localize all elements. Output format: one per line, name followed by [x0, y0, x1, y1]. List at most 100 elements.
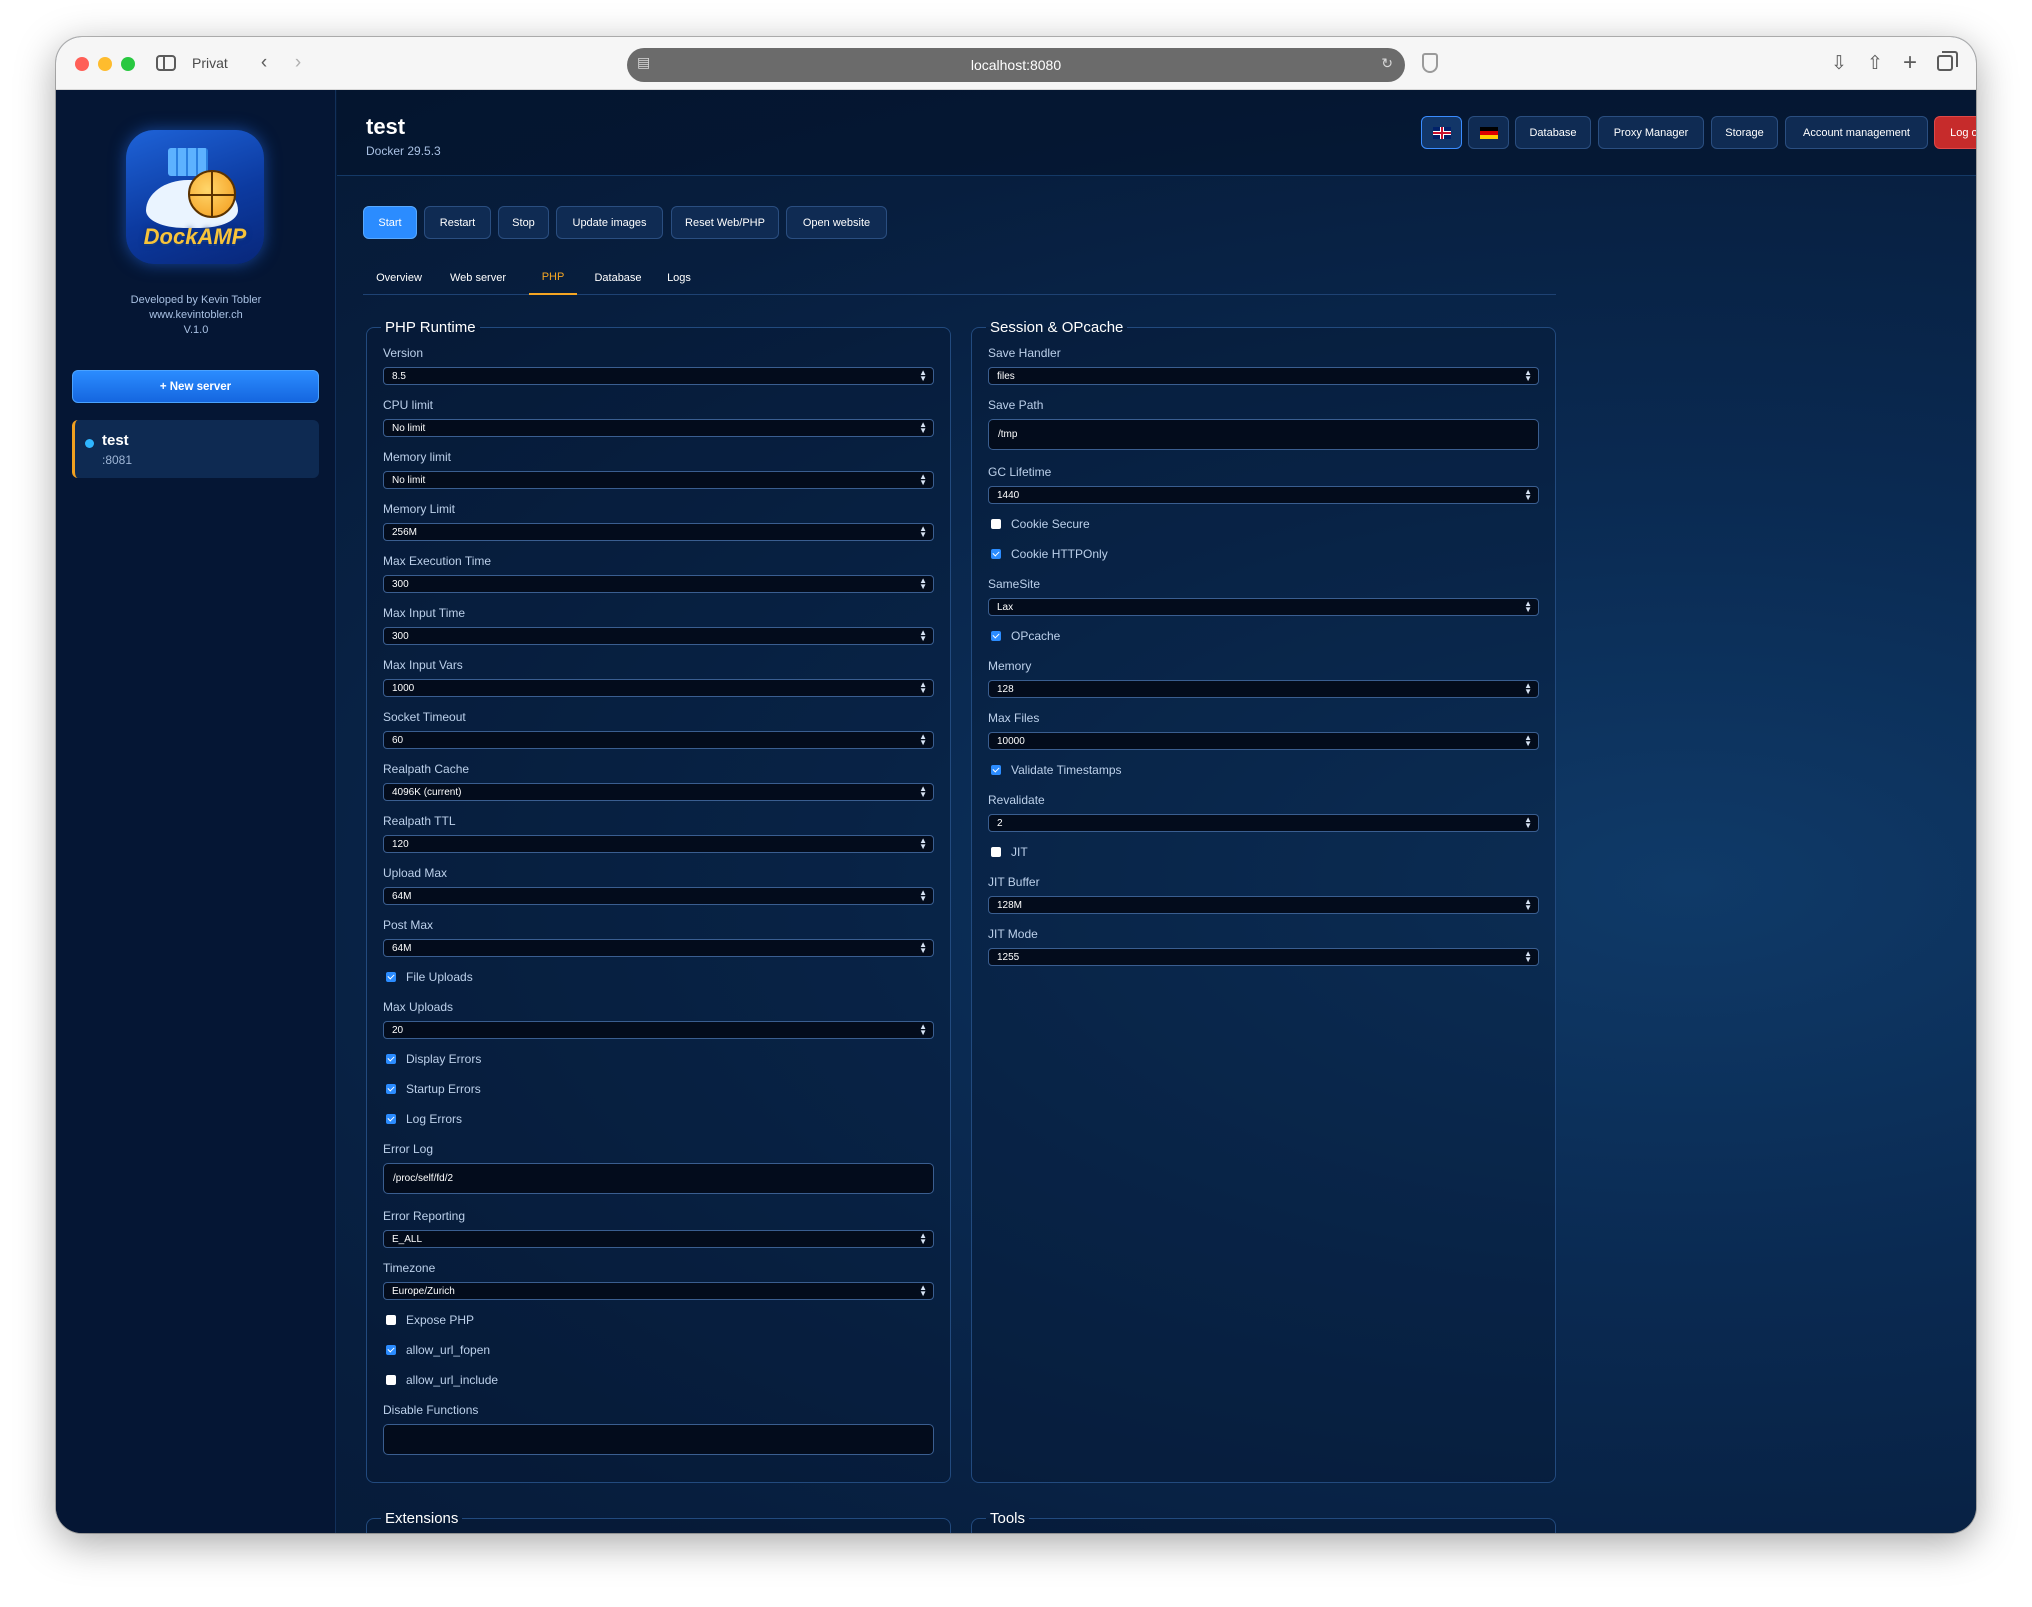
- error-log-label: Error Log: [383, 1142, 434, 1156]
- memory-limit-value: 256M: [392, 526, 418, 538]
- tab-web-server[interactable]: Web server: [441, 260, 515, 295]
- cookie-httponly-checkbox[interactable]: Cookie HTTPOnly: [991, 547, 1108, 561]
- minimize-window-button[interactable]: [98, 57, 112, 71]
- forward-icon[interactable]: ›: [288, 50, 308, 76]
- realpath-ttl-select[interactable]: 120 ▲ ▼: [383, 835, 934, 853]
- select-arrows-icon: ▲ ▼: [1524, 815, 1532, 830]
- language-german-button[interactable]: [1468, 116, 1509, 149]
- start-button[interactable]: Start: [363, 206, 417, 239]
- allow-url-include-checkbox[interactable]: allow_url_include: [386, 1373, 498, 1387]
- developer-credit: Developed by Kevin Tobler: [130, 294, 262, 306]
- jit-checkbox[interactable]: JIT: [991, 845, 1028, 859]
- max-files-select[interactable]: 10000 ▲ ▼: [988, 732, 1539, 750]
- tab-php[interactable]: PHP: [529, 260, 577, 295]
- memory-limit-select[interactable]: 256M ▲ ▼: [383, 523, 934, 541]
- database-button[interactable]: Database: [1515, 116, 1591, 149]
- extensions-panel: Extensions: [366, 1510, 951, 1533]
- download-icon[interactable]: ⇩: [1828, 50, 1850, 76]
- stop-button[interactable]: Stop: [498, 206, 549, 239]
- uk-flag-icon: [1432, 126, 1451, 139]
- save-path-input[interactable]: /tmp: [988, 419, 1539, 450]
- memory-limit-container-select[interactable]: No limit ▲ ▼: [383, 471, 934, 489]
- select-arrows-icon: ▲ ▼: [919, 836, 927, 851]
- max-uploads-select[interactable]: 20 ▲ ▼: [383, 1021, 934, 1039]
- startup-errors-checkbox[interactable]: Startup Errors: [386, 1082, 481, 1096]
- new-server-button[interactable]: + New server: [72, 370, 319, 403]
- language-english-button[interactable]: [1421, 116, 1462, 149]
- disable-functions-label: Disable Functions: [383, 1403, 479, 1417]
- storage-button[interactable]: Storage: [1711, 116, 1778, 149]
- post-max-select[interactable]: 64M ▲ ▼: [383, 939, 934, 957]
- max-execution-time-select[interactable]: 300 ▲ ▼: [383, 575, 934, 593]
- timezone-value: Europe/Zurich: [392, 1285, 455, 1297]
- select-arrows-icon: ▲ ▼: [919, 1231, 927, 1246]
- server-item-test[interactable]: test :8081: [72, 420, 319, 478]
- tab-overview[interactable]: Overview: [371, 260, 427, 295]
- cookie-secure-checkbox[interactable]: Cookie Secure: [991, 517, 1090, 531]
- proxy-manager-button[interactable]: Proxy Manager: [1598, 116, 1704, 149]
- open-website-button[interactable]: Open website: [786, 206, 887, 239]
- update-images-button[interactable]: Update images: [556, 206, 663, 239]
- sidebar-toggle-icon[interactable]: [156, 50, 182, 76]
- app-root: DockAMP Developed by Kevin Tobler www.ke…: [56, 90, 1976, 1533]
- display-errors-checkbox[interactable]: Display Errors: [386, 1052, 481, 1066]
- gc-lifetime-select[interactable]: 1440 ▲ ▼: [988, 486, 1539, 504]
- close-window-button[interactable]: [75, 57, 89, 71]
- cookie-httponly-label: Cookie HTTPOnly: [1011, 547, 1108, 561]
- server-port: :8081: [102, 453, 133, 467]
- share-icon[interactable]: ⇧: [1864, 50, 1886, 76]
- realpath-ttl-value: 120: [392, 838, 409, 850]
- select-arrows-icon: ▲ ▼: [1524, 681, 1532, 696]
- log-errors-checkbox[interactable]: Log Errors: [386, 1112, 462, 1126]
- zoom-window-button[interactable]: [121, 57, 135, 71]
- memory-select[interactable]: 128 ▲ ▼: [988, 680, 1539, 698]
- validate-timestamps-checkbox[interactable]: Validate Timestamps: [991, 763, 1122, 777]
- jit-mode-select[interactable]: 1255 ▲ ▼: [988, 948, 1539, 966]
- checkbox-checked-icon: [386, 972, 396, 982]
- tools-title: Tools: [990, 1510, 1026, 1527]
- select-arrows-icon: ▲ ▼: [919, 888, 927, 903]
- opcache-checkbox[interactable]: OPcache: [991, 629, 1060, 643]
- samesite-select[interactable]: Lax ▲ ▼: [988, 598, 1539, 616]
- developer-website[interactable]: www.kevintobler.ch: [56, 308, 336, 323]
- file-uploads-checkbox[interactable]: File Uploads: [386, 970, 473, 984]
- version-select[interactable]: 8.5 ▲ ▼: [383, 367, 934, 385]
- account-management-button[interactable]: Account management: [1785, 116, 1928, 149]
- error-reporting-label: Error Reporting: [383, 1209, 466, 1223]
- reload-icon[interactable]: ↻: [1381, 55, 1393, 72]
- save-handler-select[interactable]: files ▲ ▼: [988, 367, 1539, 385]
- php-runtime-title: PHP Runtime: [385, 319, 476, 336]
- max-input-vars-label: Max Input Vars: [383, 658, 463, 672]
- socket-timeout-label: Socket Timeout: [383, 710, 466, 724]
- tab-overview-icon[interactable]: [1934, 50, 1958, 76]
- realpath-cache-select[interactable]: 4096K (current) ▲ ▼: [383, 783, 934, 801]
- cpu-limit-select[interactable]: No limit ▲ ▼: [383, 419, 934, 437]
- max-input-vars-value: 1000: [392, 682, 415, 694]
- max-input-time-select[interactable]: 300 ▲ ▼: [383, 627, 934, 645]
- tab-logs[interactable]: Logs: [659, 260, 699, 295]
- reset-web-php-button[interactable]: Reset Web/PHP: [671, 206, 779, 239]
- privacy-shield-icon[interactable]: [1422, 53, 1438, 73]
- allow-url-include-label: allow_url_include: [406, 1373, 499, 1387]
- tab-database[interactable]: Database: [589, 260, 647, 295]
- allow-url-fopen-checkbox[interactable]: allow_url_fopen: [386, 1343, 490, 1357]
- new-tab-icon[interactable]: +: [1899, 49, 1921, 76]
- jit-buffer-select[interactable]: 128M ▲ ▼: [988, 896, 1539, 914]
- revalidate-select[interactable]: 2 ▲ ▼: [988, 814, 1539, 832]
- logout-button[interactable]: Log out: [1934, 116, 1976, 149]
- error-reporting-select[interactable]: E_ALL ▲ ▼: [383, 1230, 934, 1248]
- select-arrows-icon: ▲ ▼: [919, 368, 927, 383]
- back-icon[interactable]: ‹: [254, 50, 274, 76]
- browser-window: Privat ‹ › ▤ localhost:8080 ↻ ⇩ ⇧ + Dock…: [56, 37, 1976, 1533]
- file-uploads-label: File Uploads: [406, 970, 473, 984]
- socket-timeout-select[interactable]: 60 ▲ ▼: [383, 731, 934, 749]
- select-arrows-icon: ▲ ▼: [919, 472, 927, 487]
- disable-functions-input[interactable]: [383, 1424, 934, 1455]
- restart-button[interactable]: Restart: [424, 206, 491, 239]
- timezone-select[interactable]: Europe/Zurich ▲ ▼: [383, 1282, 934, 1300]
- error-log-input[interactable]: /proc/self/fd/2: [383, 1163, 934, 1194]
- expose-php-checkbox[interactable]: Expose PHP: [386, 1313, 474, 1327]
- address-bar[interactable]: ▤ localhost:8080 ↻: [627, 48, 1405, 82]
- upload-max-select[interactable]: 64M ▲ ▼: [383, 887, 934, 905]
- max-input-vars-select[interactable]: 1000 ▲ ▼: [383, 679, 934, 697]
